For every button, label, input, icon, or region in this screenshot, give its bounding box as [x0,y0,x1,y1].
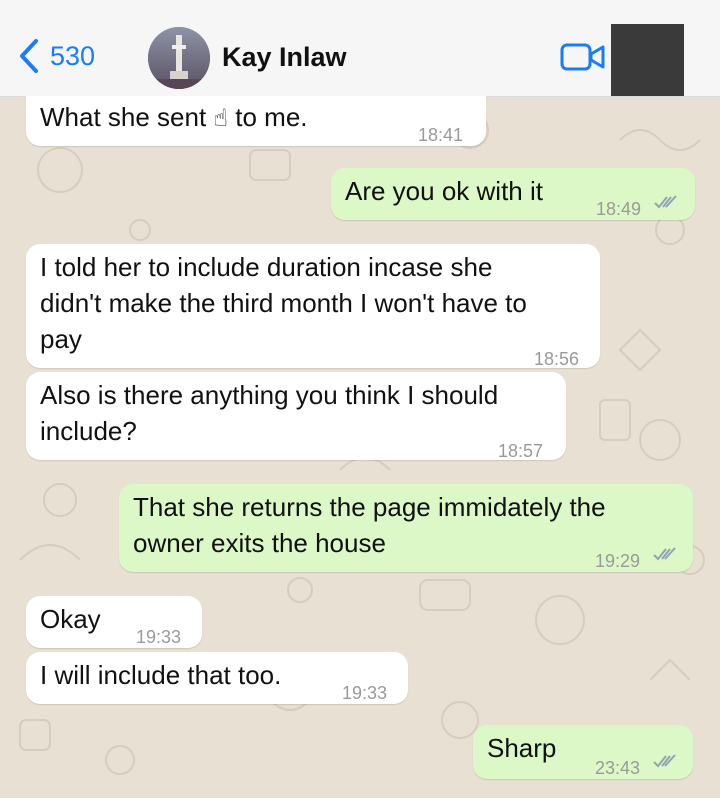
redacted-area [611,24,684,96]
message-text-part: What she sent [40,102,214,132]
message-line: I told her to include duration incase sh… [40,252,493,282]
message-time: 18:49 [596,199,642,219]
message-line: include? [40,416,137,446]
message-text: What she sent ☝ to me. [40,98,308,138]
message-text: Okay [40,604,101,634]
message-time: 19:33 [342,683,388,703]
chat-header: 530 Kay Inlaw [0,0,720,97]
message-text: I will include that too. [40,660,282,690]
message-bubble-outgoing[interactable]: That she returns the page immidately the… [119,484,693,572]
back-button[interactable]: 530 [18,38,95,74]
message-line: That she returns the page immidately the [133,492,606,522]
message-bubble-incoming[interactable]: Okay 19:33 [26,596,202,648]
message-text: Sharp [487,733,557,763]
avatar[interactable] [148,27,210,89]
message-text: Are you ok with it [345,176,543,206]
video-call-button[interactable] [560,42,606,77]
double-check-icon [654,195,677,209]
message-bubble-outgoing[interactable]: Are you ok with it 18:49 [331,168,695,220]
pointing-up-emoji: ☝ [213,105,229,132]
message-line: pay [40,324,82,354]
message-bubble-incoming[interactable]: I will include that too. 19:33 [26,652,408,704]
message-bubble-incoming[interactable]: What she sent ☝ to me. 18:41 [26,96,486,146]
message-time: 19:29 [595,551,641,571]
chevron-left-icon [20,39,38,73]
message-line: didn't make the third month I won't have… [40,288,527,318]
message-bubble-incoming[interactable]: I told her to include duration incase sh… [26,244,600,369]
message-bubble-outgoing[interactable]: Sharp 23:43 [473,725,693,779]
message-bubble-incoming[interactable]: Also is there anything you think I shoul… [26,372,566,461]
video-call-icon [560,43,605,71]
message-line: Also is there anything you think I shoul… [40,380,499,410]
message-line: owner exits the house [133,528,386,558]
message-time: 23:43 [595,758,641,778]
message-time: 19:33 [136,627,182,647]
double-check-icon [653,754,676,768]
message-time: 18:41 [418,125,464,145]
double-check-icon [653,547,676,561]
unread-count: 530 [50,40,96,71]
message-text-part: to me. [228,102,308,132]
contact-name[interactable]: Kay Inlaw [222,42,347,73]
message-time: 18:57 [498,441,544,461]
